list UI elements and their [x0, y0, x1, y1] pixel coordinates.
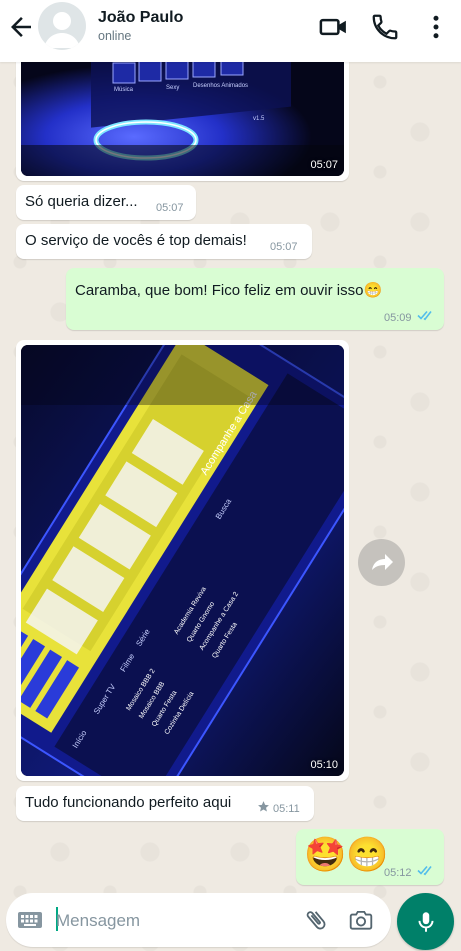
- avatar[interactable]: [38, 2, 86, 50]
- message-time: 05:07: [270, 241, 298, 253]
- message-time: 05:09: [384, 312, 412, 324]
- message-text: Tudo funcionando perfeito aqui: [25, 794, 232, 811]
- message-time: 05:11: [273, 803, 300, 815]
- chat-header: João Paulo online: [0, 0, 461, 62]
- photo-text: v1.5: [253, 116, 265, 122]
- attach-icon[interactable]: [303, 907, 329, 938]
- read-ticks-icon: [417, 863, 435, 881]
- mic-icon: [413, 908, 439, 941]
- phone-icon[interactable]: [370, 12, 400, 42]
- message-time: 05:07: [156, 202, 184, 214]
- mic-button[interactable]: [397, 893, 454, 950]
- camera-icon[interactable]: [347, 907, 375, 938]
- message-text: Só queria dizer...: [25, 193, 138, 210]
- incoming-text-message[interactable]: Tudo funcionando perfeito aqui 05:11: [16, 786, 314, 821]
- message-text: O serviço de vocês é top demais!: [25, 232, 247, 249]
- forward-button[interactable]: [358, 539, 405, 586]
- message-composer: [6, 893, 391, 947]
- incoming-text-message[interactable]: O serviço de vocês é top demais! 05:07: [16, 224, 312, 259]
- message-text: 🤩😁: [304, 836, 389, 874]
- photo-tv-menu[interactable]: Música Sexy Desenhos Animados v1.5 05:07: [21, 45, 344, 176]
- more-vert-icon[interactable]: [421, 12, 451, 42]
- outgoing-emoji-message[interactable]: 🤩😁 05:12: [296, 829, 444, 885]
- message-time: 05:10: [310, 759, 338, 771]
- message-time: 05:07: [310, 159, 338, 171]
- incoming-image-message[interactable]: Acompanhe a Casa Início Super TV Filme S…: [16, 340, 349, 781]
- contact-name[interactable]: João Paulo: [98, 9, 183, 27]
- video-call-icon[interactable]: [319, 12, 349, 42]
- contact-status: online: [98, 29, 132, 43]
- keyboard-icon[interactable]: [17, 908, 43, 937]
- message-text: Caramba, que bom! Fico feliz em ouvir is…: [75, 282, 383, 299]
- star-icon: [257, 800, 270, 818]
- photo-tv-channel-grid[interactable]: Acompanhe a Casa Início Super TV Filme S…: [21, 345, 344, 776]
- photo-text: Sexy: [166, 85, 179, 91]
- message-time: 05:12: [384, 867, 412, 879]
- back-arrow-icon[interactable]: [6, 12, 36, 42]
- message-input[interactable]: [54, 907, 288, 935]
- photo-text: Música: [114, 87, 134, 93]
- outgoing-text-message[interactable]: Caramba, que bom! Fico feliz em ouvir is…: [66, 268, 444, 330]
- photo-text: Desenhos Animados: [193, 83, 248, 89]
- incoming-text-message[interactable]: Só queria dizer... 05:07: [16, 185, 196, 220]
- read-ticks-icon: [417, 308, 435, 326]
